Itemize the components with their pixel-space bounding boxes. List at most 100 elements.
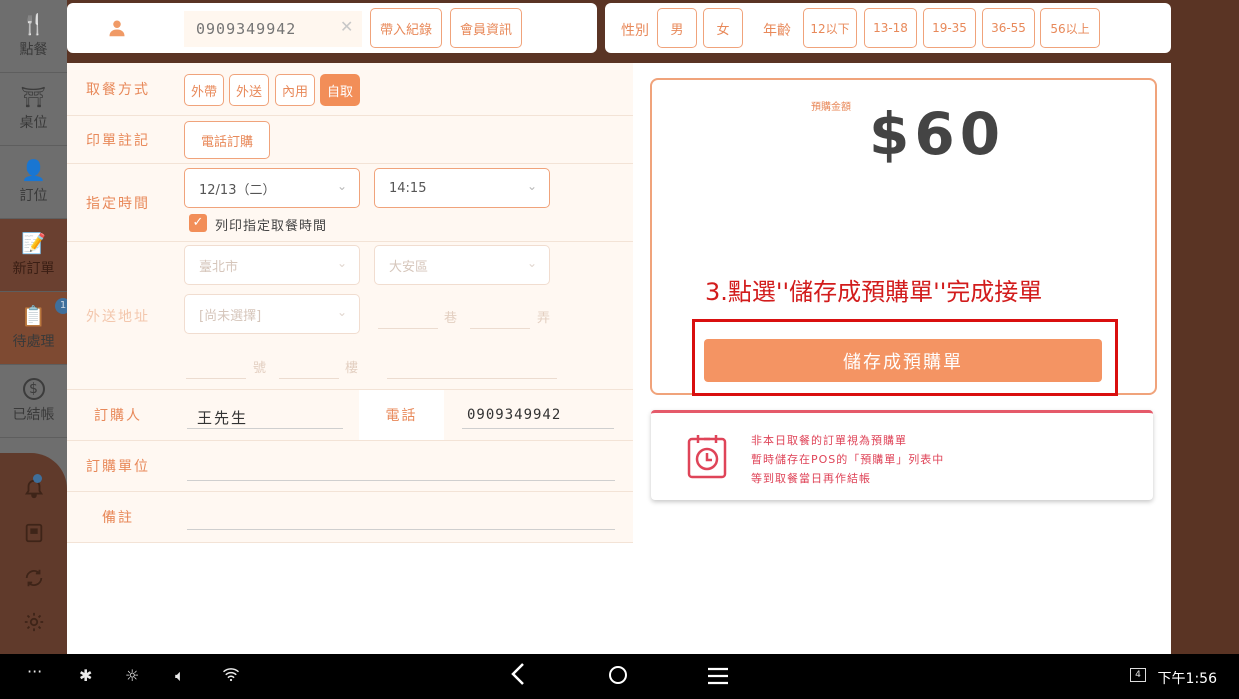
preorder-info-text: 非本日取餐的訂單視為預購單 暫時儲存在POS的「預購單」列表中 等到取餐當日再作… (751, 431, 944, 488)
age-button[interactable]: 19-35 (923, 8, 976, 48)
system-navigation-bar: ··· ✱ ☼ 🔈︎ 4 下午1:56 (0, 654, 1239, 699)
dollar-icon: $ (22, 378, 45, 400)
clipboard-icon: 📋 (21, 304, 46, 328)
member-info-button[interactable]: 會員資訊 (450, 8, 522, 48)
person-icon: 👤 (21, 158, 46, 182)
prepay-amount: $60 (869, 100, 1006, 168)
sidebar-item-label: 已結帳 (12, 407, 55, 423)
tutorial-instruction: 3.點選''儲存成預購單''完成接單 (705, 278, 1043, 306)
more-icon[interactable]: ··· (27, 662, 42, 681)
city-select[interactable]: 臺北市 ⌄ (184, 245, 360, 285)
sidebar-item-paid[interactable]: $ 已結帳 (0, 365, 67, 438)
back-icon[interactable] (510, 662, 526, 690)
lane-label: 巷 (444, 311, 458, 326)
phone-value[interactable]: 0909349942 (467, 407, 561, 423)
address-row: 外送地址 臺北市 ⌄ 大安區 ⌄ [尚未選擇] ⌄ 巷 弄 號 樓 (67, 242, 633, 390)
gear-icon[interactable] (22, 611, 46, 635)
wifi-icon[interactable] (222, 666, 240, 686)
sidebar-item-new-order[interactable]: 📝 新訂單 (0, 219, 67, 292)
age-button[interactable]: 56以上 (1040, 8, 1100, 48)
sidebar-item-label: 新訂單 (12, 261, 55, 277)
number-label: 號 (253, 361, 267, 376)
print-note-label: 印單註記 (86, 132, 150, 149)
road-value: [尚未選擇] (199, 308, 262, 324)
buyer-name-input[interactable] (187, 428, 343, 429)
time-row: 指定時間 12/13（二） ⌄ 14:15 ⌄ ✓ 列印指定取餐時間 (67, 164, 633, 242)
sidebar-item-tables[interactable]: ⛩ 桌位 (0, 73, 67, 146)
district-select[interactable]: 大安區 ⌄ (374, 245, 550, 285)
floor-input[interactable] (279, 378, 339, 379)
phone-order-tag-button[interactable]: 電話訂購 (184, 121, 270, 159)
member-icon (67, 3, 167, 53)
unit-input[interactable] (187, 480, 615, 481)
pickup-delivery-button[interactable]: 外送 (229, 74, 269, 106)
gender-label: 性別 (621, 23, 649, 39)
chevron-down-icon: ⌄ (336, 256, 347, 270)
age-label: 年齡 (763, 23, 791, 39)
phone-label: 電話 (359, 390, 444, 440)
note-label: 備註 (102, 510, 134, 526)
address-detail-input[interactable] (387, 378, 557, 379)
pickup-dinein-button[interactable]: 內用 (275, 74, 315, 106)
new-order-icon: 📝 (21, 231, 46, 255)
sidebar-item-label: 桌位 (19, 115, 48, 131)
clear-icon[interactable]: ✕ (340, 17, 353, 36)
sync-icon[interactable] (22, 567, 46, 591)
sidebar-item-order[interactable]: 🍴 點餐 (0, 0, 67, 73)
member-search-bar: ✕ 帶入紀錄 會員資訊 (67, 3, 597, 53)
info-line: 等到取餐當日再作結帳 (751, 472, 871, 485)
bluetooth-icon[interactable]: ✱ (79, 666, 92, 685)
preorder-info-card: 非本日取餐的訂單視為預購單 暫時儲存在POS的「預購單」列表中 等到取餐當日再作… (651, 410, 1153, 500)
sidebar-item-label: 點餐 (19, 42, 48, 58)
date-select[interactable]: 12/13（二） ⌄ (184, 168, 360, 208)
system-clock: 下午1:56 (1157, 671, 1217, 687)
age-button[interactable]: 13-18 (864, 8, 917, 48)
gender-female-button[interactable]: 女 (703, 8, 743, 48)
chevron-down-icon: ⌄ (336, 179, 347, 193)
member-phone-input[interactable] (184, 11, 362, 47)
order-form: 取餐方式 外帶 外送 內用 自取 印單註記 電話訂購 指定時間 12/13（二）… (67, 63, 633, 543)
phone-input[interactable] (462, 428, 614, 429)
road-select[interactable]: [尚未選擇] ⌄ (184, 294, 360, 334)
print-time-checkbox[interactable]: ✓ (189, 214, 207, 232)
sidebar-item-label: 訂位 (19, 188, 48, 204)
buyer-name-value[interactable]: 王先生 (197, 407, 248, 428)
floor-label: 樓 (345, 361, 359, 376)
sidebar-item-label: 待處理 (12, 334, 55, 350)
notification-dot (33, 474, 42, 483)
recents-icon[interactable] (707, 667, 729, 689)
pickup-self-button[interactable]: 自取 (320, 74, 360, 106)
unit-row: 訂購單位 (67, 441, 633, 492)
address-label: 外送地址 (86, 308, 150, 325)
volume-icon[interactable]: 🔈︎ (175, 666, 185, 686)
unit-label: 訂購單位 (86, 459, 150, 475)
note-input[interactable] (187, 529, 615, 530)
home-icon[interactable] (608, 665, 628, 689)
pickup-row: 取餐方式 外帶 外送 內用 自取 (67, 63, 633, 116)
pickup-takeout-button[interactable]: 外帶 (184, 74, 224, 106)
time-select[interactable]: 14:15 ⌄ (374, 168, 550, 208)
alley-input[interactable] (470, 328, 530, 329)
order-form-card: 取餐方式 外帶 外送 內用 自取 印單註記 電話訂購 指定時間 12/13（二）… (67, 63, 1171, 654)
customer-profile-bar: 性別 男 女 年齡 12以下 13-18 19-35 36-55 56以上 (605, 3, 1171, 53)
age-button[interactable]: 36-55 (982, 8, 1035, 48)
cash-drawer-icon[interactable] (22, 522, 46, 546)
notification-count-icon[interactable]: 4 (1130, 668, 1146, 682)
alley-label: 弄 (537, 311, 551, 326)
number-input[interactable] (186, 378, 246, 379)
prepay-panel: 預購金額 $60 3.點選''儲存成預購單''完成接單 儲存成預購單 (650, 78, 1157, 396)
lane-input[interactable] (378, 328, 438, 329)
sidebar-item-reservation[interactable]: 👤 訂位 (0, 146, 67, 219)
save-preorder-button[interactable]: 儲存成預購單 (704, 339, 1102, 382)
gender-male-button[interactable]: 男 (657, 8, 697, 48)
age-button[interactable]: 12以下 (803, 8, 857, 48)
sidebar-item-pending[interactable]: 1 📋 待處理 (0, 292, 71, 365)
time-value: 14:15 (389, 180, 427, 196)
print-note-row: 印單註記 電話訂購 (67, 116, 633, 164)
brightness-icon[interactable]: ☼ (125, 666, 139, 685)
buyer-row: 訂購人 王先生 電話 0909349942 (67, 390, 633, 441)
table-icon: ⛩ (20, 85, 47, 109)
sidebar: 🍴 點餐 ⛩ 桌位 👤 訂位 📝 新訂單 1 📋 待處理 $ 已結帳 (0, 0, 71, 654)
chevron-down-icon: ⌄ (336, 305, 347, 319)
history-button[interactable]: 帶入紀錄 (370, 8, 442, 48)
